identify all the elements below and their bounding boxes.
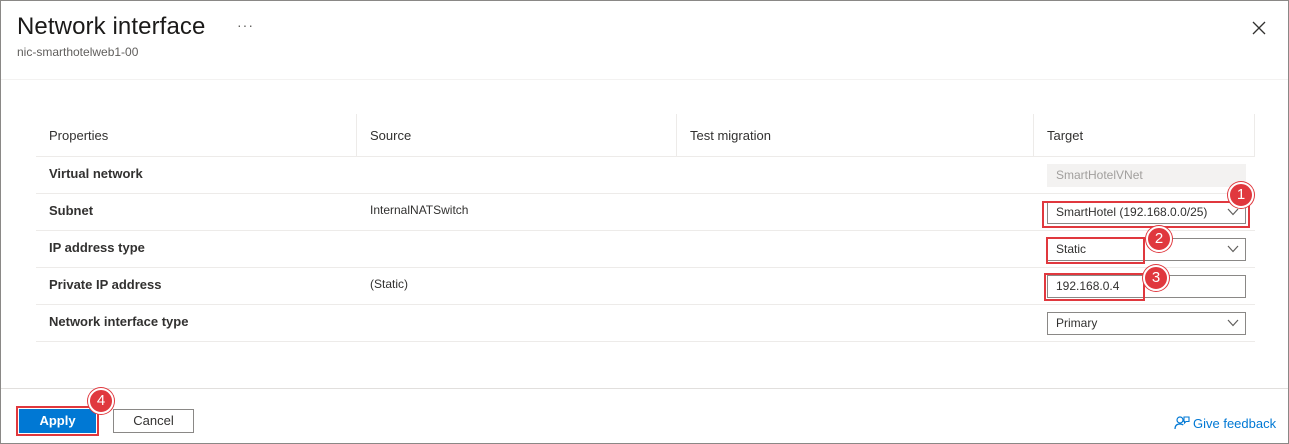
source-value: InternalNATSwitch — [370, 203, 469, 217]
property-label: Virtual network — [49, 166, 143, 181]
table-row-virtual-network: Virtual network SmartHotelVNet — [36, 157, 1255, 194]
column-header-test-migration: Test migration — [677, 114, 1034, 157]
table-row-network-interface-type: Network interface type Primary — [36, 305, 1255, 342]
cancel-button[interactable]: Cancel — [113, 409, 194, 433]
table-row-subnet: Subnet InternalNATSwitch SmartHotel (192… — [36, 194, 1255, 231]
property-label: Private IP address — [49, 277, 162, 292]
callout-badge-4: 4 — [88, 388, 114, 414]
table-row-private-ip-address: Private IP address (Static) 192.168.0.4 — [36, 268, 1255, 305]
close-icon[interactable] — [1249, 18, 1269, 38]
chevron-down-icon — [1227, 319, 1239, 327]
chevron-down-icon — [1227, 245, 1239, 253]
page-subtitle: nic-smarthotelweb1-00 — [17, 45, 139, 59]
virtual-network-value: SmartHotelVNet — [1056, 168, 1143, 182]
header-divider — [1, 79, 1288, 80]
source-value: (Static) — [370, 277, 409, 291]
table-header: Properties Source Test migration Target — [36, 114, 1255, 157]
ip-address-type-selected-value: Static — [1056, 242, 1087, 256]
table-row-ip-address-type: IP address type Static — [36, 231, 1255, 268]
feedback-person-icon — [1174, 416, 1190, 430]
callout-badge-2: 2 — [1146, 226, 1172, 252]
property-label: IP address type — [49, 240, 145, 255]
page-title: Network interface — [17, 13, 206, 40]
virtual-network-field: SmartHotelVNet — [1047, 164, 1246, 187]
property-label: Subnet — [49, 203, 94, 218]
callout-badge-1: 1 — [1228, 182, 1254, 208]
properties-table: Properties Source Test migration Target … — [36, 114, 1255, 342]
subnet-selected-value: SmartHotel (192.168.0.0/25) — [1056, 205, 1208, 219]
column-header-properties: Properties — [36, 114, 357, 157]
give-feedback-label: Give feedback — [1193, 416, 1277, 431]
apply-button[interactable]: Apply — [19, 409, 96, 433]
more-options-button[interactable]: ··· — [237, 17, 254, 33]
panel: Network interface ··· nic-smarthotelweb1… — [0, 0, 1289, 444]
footer-divider — [1, 388, 1288, 389]
network-interface-type-selected-value: Primary — [1056, 316, 1098, 330]
column-header-target: Target — [1034, 114, 1255, 157]
property-label: Network interface type — [49, 314, 189, 329]
network-interface-type-dropdown[interactable]: Primary — [1047, 312, 1246, 335]
column-header-source: Source — [357, 114, 677, 157]
give-feedback-link[interactable]: Give feedback — [1174, 415, 1276, 431]
subnet-dropdown[interactable]: SmartHotel (192.168.0.0/25) — [1047, 201, 1246, 224]
callout-badge-3: 3 — [1143, 265, 1169, 291]
chevron-down-icon — [1227, 208, 1239, 216]
private-ip-address-value: 192.168.0.4 — [1056, 279, 1120, 293]
